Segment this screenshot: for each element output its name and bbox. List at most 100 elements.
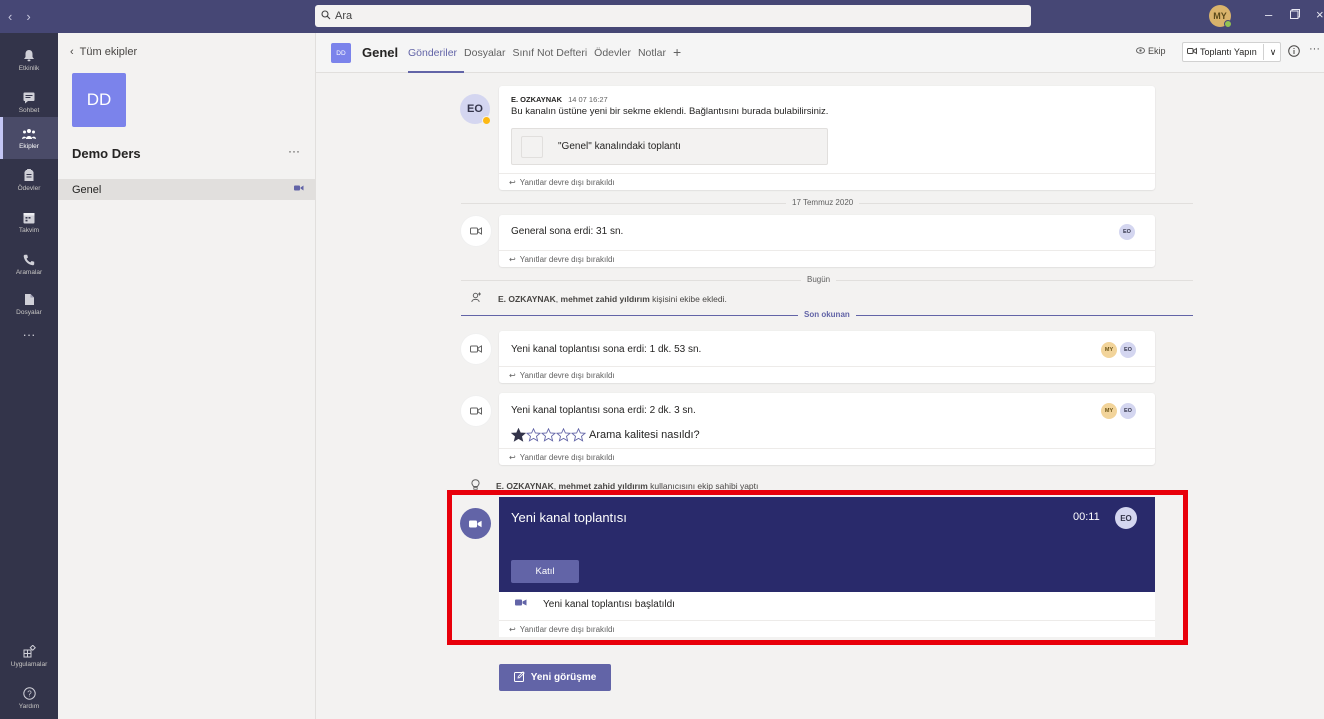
rating-prompt: Arama kalitesi nasıldı?: [589, 429, 700, 441]
reply-label: Yanıtlar devre dışı bırakıldı: [519, 370, 615, 380]
profile-initials: MY: [1213, 11, 1227, 21]
date-divider-label: Bugün: [801, 275, 837, 284]
tab-notes[interactable]: Notlar: [638, 47, 666, 60]
actor-name: E. OZKAYNAK: [496, 480, 554, 491]
post-meta: E. OZKAYNAK 14 07 16:27: [511, 95, 608, 104]
star-icon[interactable]: [556, 428, 571, 442]
meeting-attachment-card[interactable]: "Genel" kanalındaki toplantı: [511, 128, 828, 165]
meeting-ended-card: Yeni kanal toplantısı sona erdi: 1 dk. 5…: [499, 331, 1155, 383]
reply-arrow-icon: ↩: [509, 452, 516, 462]
reply-arrow-icon: ↩: [509, 254, 516, 264]
call-quality-rating: Arama kalitesi nasıldı?: [511, 428, 700, 442]
back-arrow-icon[interactable]: ‹: [8, 9, 12, 24]
calendar-icon: [22, 211, 36, 225]
all-teams-link[interactable]: ‹ Tüm ekipler: [70, 46, 137, 58]
tab-posts[interactable]: Gönderiler: [408, 47, 457, 60]
team-button-label: Ekip: [1148, 46, 1166, 56]
minimize-icon[interactable]: –: [1265, 7, 1272, 22]
profile-avatar[interactable]: MY: [1209, 5, 1232, 28]
channel-team-initials: DD: [336, 49, 346, 57]
star-icon[interactable]: [526, 428, 541, 442]
target-name: mehmet zahid yıldırım: [560, 293, 650, 304]
team-avatar: DD: [72, 73, 126, 127]
appbar-apps[interactable]: Uygulamalar: [0, 635, 58, 677]
tab-files[interactable]: Dosyalar: [464, 47, 505, 60]
meeting-ended-icon: [461, 334, 491, 364]
reply-arrow-icon: ↩: [509, 370, 516, 380]
appbar-label: Ekipler: [19, 142, 39, 150]
active-tab-underline: [408, 71, 464, 73]
star-rating[interactable]: [511, 428, 586, 442]
replies-disabled-notice: ↩ Yanıtlar devre dışı bırakıldı: [499, 448, 1155, 465]
close-icon[interactable]: ×: [1316, 7, 1324, 22]
meeting-ended-icon: [461, 216, 491, 246]
search-placeholder: Ara: [335, 10, 353, 22]
participant-avatar[interactable]: EO: [1119, 224, 1135, 240]
svg-text:?: ?: [27, 689, 32, 698]
appbar-teams[interactable]: Ekipler: [0, 117, 58, 159]
appbar-label: Uygulamalar: [10, 660, 48, 668]
team-more-options-button[interactable]: ···: [288, 144, 300, 158]
channel-label: Genel: [72, 183, 102, 196]
presence-available-icon: [1224, 20, 1232, 28]
appbar-assignments[interactable]: Ödevler: [0, 159, 58, 201]
channel-tabs: Gönderiler Dosyalar Sınıf Not Defteri Öd…: [408, 44, 681, 60]
replies-disabled-notice: ↩ Yanıtlar devre dışı bırakıldı: [499, 173, 1155, 190]
reply-label: Yanıtlar devre dışı bırakıldı: [519, 254, 615, 264]
participant-avatar[interactable]: MY: [1101, 342, 1117, 358]
appbar-calls[interactable]: Aramalar: [0, 243, 58, 285]
meeting-ended-text: Yeni kanal toplantısı sona erdi: 1 dk. 5…: [511, 344, 702, 355]
more-options-icon[interactable]: ···: [1309, 43, 1320, 55]
post-timestamp: 14 07 16:27: [568, 95, 608, 104]
participant-avatar[interactable]: EO: [1120, 403, 1136, 419]
chevron-down-icon[interactable]: ∨: [1270, 47, 1277, 58]
replies-disabled-notice: ↩ Yanıtlar devre dışı bırakıldı: [499, 366, 1155, 383]
star-icon[interactable]: [541, 428, 556, 442]
participant-avatar[interactable]: EO: [1120, 342, 1136, 358]
post-body: Bu kanalın üstüne yeni bir sekme eklendi…: [511, 106, 829, 117]
appbar-label: Dosyalar: [16, 308, 42, 316]
team-button[interactable]: Ekip: [1136, 46, 1166, 56]
channel-header: DD Genel Gönderiler Dosyalar Sınıf Not D…: [316, 33, 1324, 73]
channel-info-icon[interactable]: [1288, 45, 1300, 57]
help-icon: ?: [22, 687, 36, 701]
meeting-ended-card: Yeni kanal toplantısı sona erdi: 2 dk. 3…: [499, 393, 1155, 465]
star-icon[interactable]: [511, 428, 526, 442]
forward-arrow-icon[interactable]: ›: [26, 9, 30, 24]
tab-class-notebook[interactable]: Sınıf Not Defteri: [512, 47, 587, 60]
meeting-in-progress-icon: [294, 183, 304, 193]
add-tab-icon[interactable]: +: [673, 44, 681, 60]
appbar-calendar[interactable]: Takvim: [0, 201, 58, 243]
appbar-label: Takvim: [18, 226, 40, 234]
channel-team-avatar: DD: [331, 43, 351, 63]
participant-initials: EO: [1124, 408, 1132, 414]
date-divider-label: 17 Temmuz 2020: [786, 198, 860, 207]
search-input[interactable]: Ara: [315, 5, 1031, 27]
appbar-help[interactable]: ? Yardım: [0, 677, 58, 719]
author-avatar[interactable]: EO: [460, 94, 491, 125]
participant-initials: EO: [1123, 229, 1131, 235]
maximize-icon[interactable]: [1290, 7, 1300, 22]
channel-item-genel[interactable]: Genel: [58, 179, 315, 200]
team-initials: DD: [86, 90, 112, 109]
new-conversation-label: Yeni görüşme: [530, 672, 597, 683]
meeting-ended-icon: [461, 396, 491, 426]
appbar-label: Aramalar: [15, 268, 43, 276]
participant-avatar[interactable]: MY: [1101, 403, 1117, 419]
team-name: Demo Ders: [72, 146, 141, 161]
member-added-notice: E. OZKAYNAK, mehmet zahid yıldırım kişis…: [471, 292, 727, 305]
author-initials: EO: [467, 103, 483, 115]
new-conversation-button[interactable]: Yeni görüşme: [499, 664, 611, 691]
replies-disabled-notice: ↩ Yanıtlar devre dışı bırakıldı: [499, 250, 1155, 267]
tab-assignments[interactable]: Ödevler: [594, 47, 631, 60]
participant-initials: MY: [1104, 408, 1114, 414]
attachment-title: "Genel" kanalındaki toplantı: [558, 141, 681, 152]
notice-text: kullanıcısını ekip sahibi yaptı: [650, 480, 759, 491]
star-icon[interactable]: [571, 428, 586, 442]
chat-icon: [22, 91, 36, 105]
meet-now-button[interactable]: Toplantı Yapın ∨: [1182, 42, 1282, 62]
appbar-activity[interactable]: Etkinlik: [0, 39, 58, 81]
button-separator: [1262, 44, 1264, 60]
appbar-more-button[interactable]: ···: [0, 319, 58, 349]
reply-label: Yanıtlar devre dışı bırakıldı: [519, 452, 615, 462]
